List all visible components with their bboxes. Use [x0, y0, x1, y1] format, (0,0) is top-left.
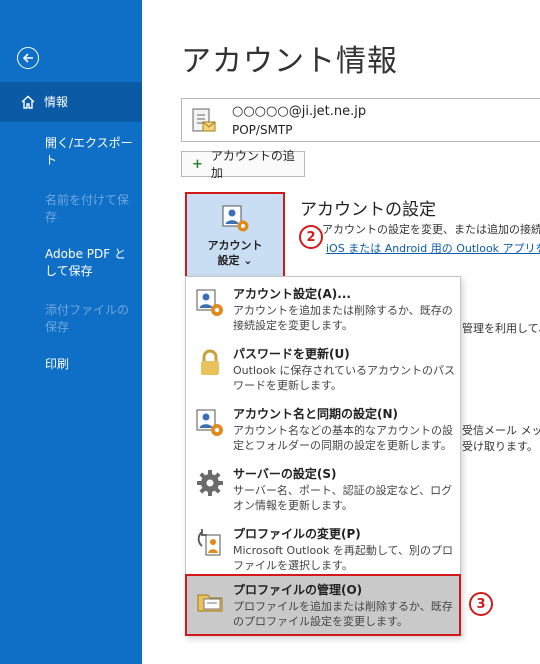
account-settings-icon	[196, 289, 223, 316]
menu-item-update-password[interactable]: パスワードを更新(U) Outlook に保存されているアカウントのパスワードを…	[186, 339, 460, 399]
menu-item-title: プロファイルの変更(P)	[233, 527, 361, 541]
sidebar-item-save-attachments: 添付ファイルの保存	[45, 303, 130, 334]
add-account-button[interactable]: + アカウントの追加	[181, 149, 305, 180]
background-text: 受信メール メッセー	[462, 424, 540, 437]
lock-icon	[201, 349, 219, 375]
section-description: アカウントの設定を変更、または追加の接続を設	[322, 223, 540, 236]
account-settings-sublabel: 設定 ⌄	[217, 254, 253, 267]
back-arrow-icon[interactable]	[17, 47, 39, 69]
sidebar-item-print[interactable]: 印刷	[0, 356, 142, 373]
sidebar-item-info[interactable]: 情報	[0, 82, 142, 122]
menu-item-change-profile[interactable]: プロファイルの変更(P) Microsoft Outlook を再起動して、別の…	[186, 519, 460, 579]
menu-item-title: アカウント名と同期の設定(N)	[233, 407, 399, 421]
profile-change-icon	[197, 529, 221, 556]
section-title: アカウントの設定	[300, 200, 436, 220]
menu-item-server-settings[interactable]: サーバーの設定(S) サーバー名、ポート、認証の設定など、ログオン情報を更新しま…	[186, 459, 460, 519]
menu-item-description: サーバー名、ポート、認証の設定など、ログオン情報を更新します。	[233, 484, 453, 512]
menu-item-title: パスワードを更新(U)	[233, 347, 350, 361]
menu-item-description: プロファイルを追加または削除するか、既存のプロファイル設定を変更します。	[233, 600, 453, 628]
gear-icon	[197, 470, 223, 496]
account-sync-icon	[196, 409, 223, 436]
sidebar-item-open-export[interactable]: 開く/エクスポート	[0, 135, 142, 169]
account-settings-menu: アカウント設定(A)... アカウントを追加または削除するか、既存の接続設定を変…	[185, 276, 461, 636]
menu-item-title: サーバーの設定(S)	[233, 467, 337, 481]
step-3-marker: 3	[469, 592, 493, 616]
background-text: 受け取ります。	[462, 440, 538, 453]
page-title: アカウント情報	[181, 44, 398, 79]
mobile-app-link[interactable]: iOS または Android 用の Outlook アプリを	[326, 240, 540, 256]
sidebar-item-label: 情報	[44, 94, 69, 109]
mail-account-icon	[192, 108, 216, 132]
menu-item-description: アカウントを追加または削除するか、既存の接続設定を変更します。	[233, 304, 453, 332]
menu-item-account-name-sync[interactable]: アカウント名と同期の設定(N) アカウント名などの基本的なアカウントの設定とフォ…	[186, 399, 460, 459]
step-2-marker: 2	[299, 225, 323, 249]
background-text: 管理を利用して、メ	[462, 322, 540, 335]
plus-icon: +	[192, 156, 203, 172]
add-account-label: アカウントの追加	[210, 149, 295, 180]
menu-item-account-settings[interactable]: アカウント設定(A)... アカウントを追加または削除するか、既存の接続設定を変…	[186, 279, 460, 339]
menu-item-description: Microsoft Outlook を再起動して、別のプロファイルを選択します。	[233, 544, 454, 572]
account-type: POP/SMTP	[232, 123, 293, 137]
sidebar-item-save-as: 名前を付けて保存	[45, 193, 130, 224]
menu-item-description: Outlook に保存されているアカウントのパスワードを更新します。	[233, 364, 455, 392]
menu-item-manage-profiles[interactable]: プロファイルの管理(O) プロファイルを追加または削除するか、既存のプロファイル…	[185, 574, 461, 636]
account-email: ○○○○○@ji.jet.ne.jp	[232, 104, 367, 119]
account-settings-label: アカウント	[207, 239, 263, 252]
home-icon	[21, 95, 35, 109]
menu-item-description: アカウント名などの基本的なアカウントの設定とフォルダーの同期の設定を更新します。	[233, 424, 453, 452]
account-settings-button[interactable]: アカウント 設定 ⌄	[185, 192, 285, 278]
account-selector[interactable]: ○○○○○@ji.jet.ne.jp POP/SMTP	[181, 98, 540, 142]
menu-item-title: アカウント設定(A)...	[233, 287, 351, 301]
sidebar-item-save-adobe-pdf[interactable]: Adobe PDF として保存	[0, 246, 142, 280]
menu-item-title: プロファイルの管理(O)	[233, 583, 363, 597]
profile-manage-icon	[197, 594, 223, 612]
backstage-sidebar: 情報 開く/エクスポート 名前を付けて保存 Adobe PDF として保存 添付…	[0, 0, 142, 664]
account-settings-icon	[222, 205, 249, 232]
